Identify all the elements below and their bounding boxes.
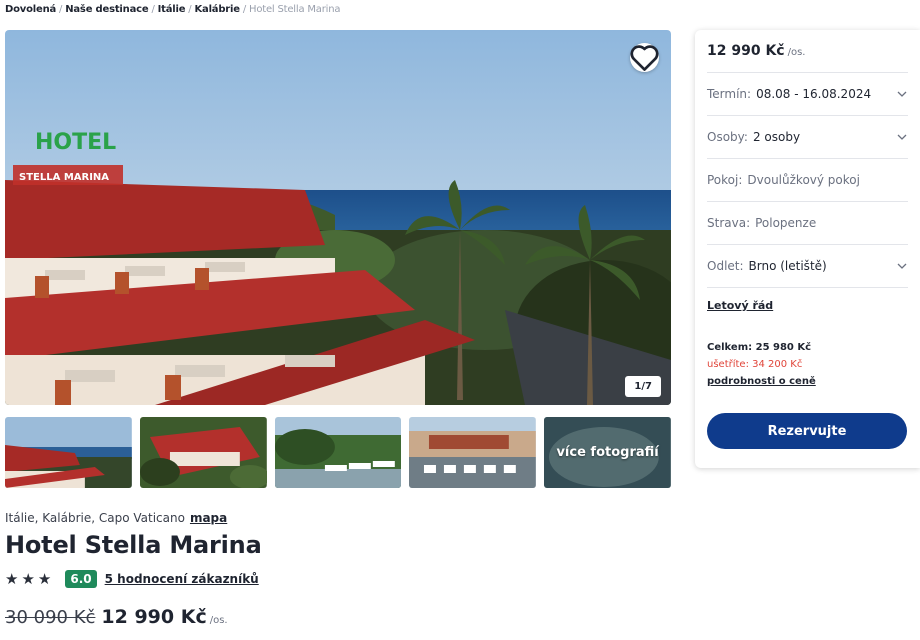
savings-text: ušetříte: 34 200 Kč: [707, 359, 803, 370]
board-label: Strava:: [707, 216, 751, 230]
more-photos-label: více fotografií: [556, 444, 659, 460]
room-label: Pokoj:: [707, 173, 743, 187]
thumbnail-3[interactable]: [274, 417, 402, 488]
hotel-price: 30 090 Kč 12 990 Kč /os.: [5, 606, 228, 628]
term-select[interactable]: Termín: 08.08 - 16.08.2024: [707, 73, 908, 116]
reserve-button[interactable]: Rezervujte: [707, 413, 907, 449]
thumbnail-image: [409, 417, 537, 488]
breadcrumb-current: Hotel Stella Marina: [249, 4, 341, 15]
persons-select[interactable]: Osoby: 2 osoby: [707, 116, 908, 159]
star-rating: ★ ★ ★: [5, 569, 52, 588]
booking-card: 12 990 Kč /os. Termín: 08.08 - 16.08.2024…: [695, 30, 920, 468]
board-value: Polopenze: [755, 216, 817, 230]
thumbnail-image: [274, 417, 402, 488]
main-hotel-photo[interactable]: HOTEL STELLA MARINA 1/7: [5, 30, 671, 405]
persons-value: 2 osoby: [752, 130, 801, 144]
breadcrumb-separator: /: [151, 4, 155, 15]
booking-per-person: /os.: [787, 46, 806, 58]
price-summary: Celkem: 25 980 Kč ušetříte: 34 200 Kč po…: [707, 339, 908, 390]
booking-price: 12 990 Kč /os.: [707, 30, 908, 73]
star-icon: ★: [21, 569, 35, 588]
chevron-down-icon: [897, 91, 907, 97]
thumbnail-image: [139, 417, 267, 488]
chevron-down-icon: [897, 134, 907, 140]
map-link[interactable]: mapa: [190, 511, 227, 525]
hotel-aerial-image: HOTEL STELLA MARINA: [5, 30, 671, 405]
breadcrumb-item-kalabrie[interactable]: Kalábrie: [194, 4, 240, 15]
hotel-sign-text: HOTEL: [35, 130, 116, 155]
departure-value: Brno (letiště): [748, 259, 827, 273]
old-price: 30 090 Kč: [5, 607, 96, 628]
chevron-down-icon: [897, 263, 907, 269]
thumbnail-image: [5, 417, 132, 488]
breadcrumb-item-italie[interactable]: Itálie: [158, 4, 186, 15]
room-value: Dvoulůžkový pokoj: [747, 173, 860, 187]
breadcrumb-separator: /: [242, 4, 247, 15]
location-text: Itálie, Kalábrie, Capo Vaticano: [5, 511, 185, 525]
photo-counter: 1/7: [625, 376, 661, 397]
room-field[interactable]: Pokoj: Dvoulůžkový pokoj: [707, 159, 908, 202]
per-person-label: /os.: [209, 615, 228, 626]
hotel-sign-subtext: STELLA MARINA: [19, 172, 109, 183]
rating-row: ★ ★ ★ 6.0 5 hodnocení zákazníků: [5, 569, 259, 589]
breadcrumb-item-dovolena[interactable]: Dovolená: [5, 4, 56, 15]
thumbnail-2[interactable]: [139, 417, 267, 488]
star-icon: ★: [5, 569, 19, 588]
breadcrumb-separator: /: [188, 4, 192, 15]
breadcrumb-item-destinace[interactable]: Naše destinace: [65, 4, 148, 15]
term-label: Termín:: [707, 87, 752, 101]
persons-label: Osoby:: [707, 130, 748, 144]
price-details-link[interactable]: podrobnosti o ceně: [707, 376, 816, 387]
thumbnail-more[interactable]: více fotografií: [544, 417, 671, 488]
board-field[interactable]: Strava: Polopenze: [707, 202, 908, 245]
breadcrumb: Dovolená / Naše destinace / Itálie / Kalábrie /…: [5, 4, 340, 15]
breadcrumb-separator: /: [59, 4, 63, 15]
reviews-link[interactable]: 5 hodnocení zákazníků: [105, 572, 259, 586]
heart-icon: [630, 45, 659, 71]
thumbnail-4[interactable]: [409, 417, 537, 488]
flight-schedule-link[interactable]: Letový řád: [707, 299, 773, 312]
thumbnail-strip: více fotografií: [5, 417, 671, 488]
hotel-location: Itálie, Kalábrie, Capo Vaticano mapa: [5, 511, 227, 525]
hotel-name: Hotel Stella Marina: [5, 531, 262, 559]
current-price: 12 990 Kč: [101, 606, 207, 628]
star-icon: ★: [37, 569, 52, 588]
booking-price-value: 12 990 Kč: [707, 43, 785, 59]
departure-select[interactable]: Odlet: Brno (letiště): [707, 245, 908, 288]
thumbnail-1[interactable]: [5, 417, 132, 488]
departure-label: Odlet:: [707, 259, 744, 273]
total-price: Celkem: 25 980 Kč: [707, 342, 812, 353]
term-value: 08.08 - 16.08.2024: [756, 87, 872, 101]
favorite-button[interactable]: [630, 43, 659, 72]
score-badge: 6.0: [65, 570, 97, 588]
